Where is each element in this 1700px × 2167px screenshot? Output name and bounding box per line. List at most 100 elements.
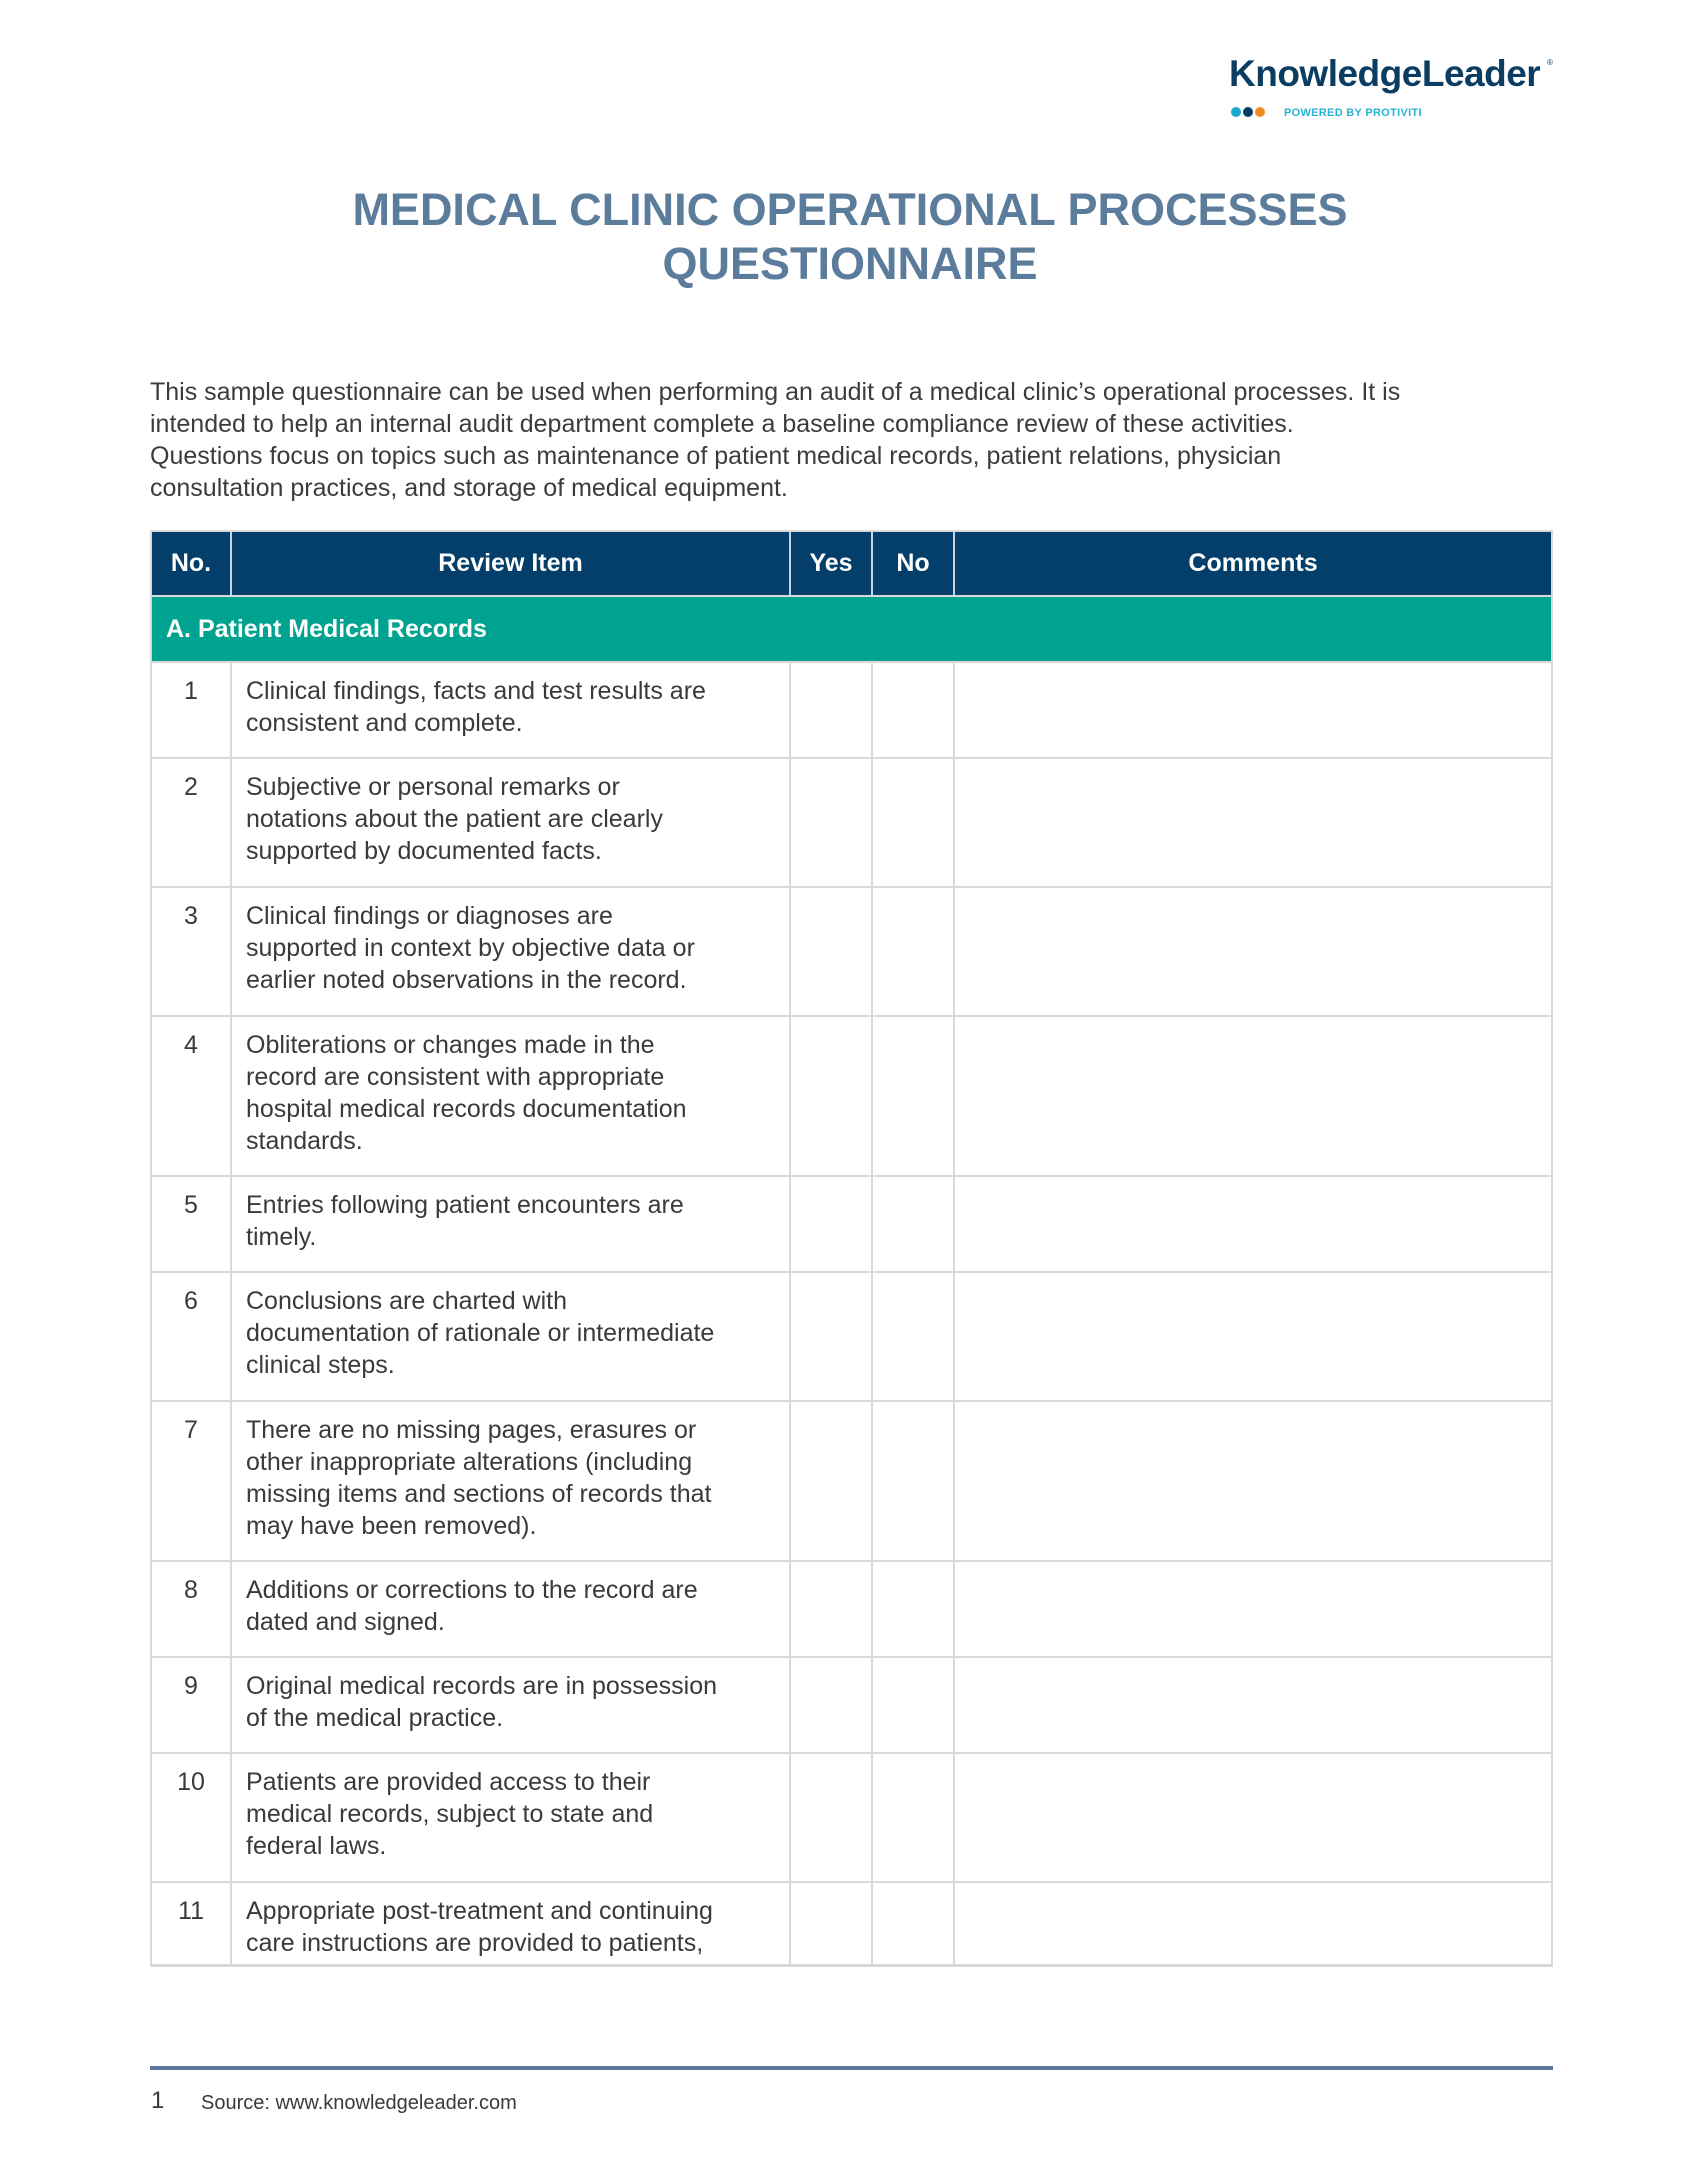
no-answer-cell[interactable] bbox=[873, 759, 955, 886]
no-answer-cell[interactable] bbox=[873, 1273, 955, 1400]
item-number: 10 bbox=[152, 1754, 232, 1881]
comments-cell[interactable] bbox=[955, 1658, 1551, 1752]
review-item-line: federal laws. bbox=[246, 1832, 387, 1860]
table-row: 10 Patients are provided access to their m… bbox=[152, 1754, 1551, 1883]
review-item-line: Patients are provided access to their bbox=[246, 1768, 651, 1796]
no-answer-cell[interactable] bbox=[873, 1883, 955, 1964]
yes-answer-cell[interactable] bbox=[791, 1402, 873, 1560]
review-item-line: hospital medical records documentation bbox=[246, 1095, 687, 1123]
yes-answer-cell[interactable] bbox=[791, 1273, 873, 1400]
review-item-text: Entries following patient encounters are… bbox=[232, 1177, 791, 1271]
footer-divider bbox=[150, 2066, 1553, 2070]
table-row: 11 Appropriate post-treatment and continu… bbox=[152, 1883, 1551, 1964]
intro-line: This sample questionnaire can be used wh… bbox=[150, 378, 1401, 406]
review-item-text: Clinical findings or diagnoses are suppor… bbox=[232, 888, 791, 1015]
item-number: 5 bbox=[152, 1177, 232, 1271]
questionnaire-table: No. Review Item Yes No Comments A. Patie… bbox=[150, 530, 1553, 1967]
yes-answer-cell[interactable] bbox=[791, 1883, 873, 1964]
review-item-line: notations about the patient are clearly bbox=[246, 805, 663, 833]
review-item-line: clinical steps. bbox=[246, 1351, 395, 1379]
comments-cell[interactable] bbox=[955, 1017, 1551, 1175]
item-number: 3 bbox=[152, 888, 232, 1015]
review-item-line: may have been removed). bbox=[246, 1512, 537, 1540]
yes-answer-cell[interactable] bbox=[791, 1562, 873, 1656]
comments-cell[interactable] bbox=[955, 1754, 1551, 1881]
intro-paragraph: This sample questionnaire can be used wh… bbox=[150, 376, 1570, 504]
item-number: 11 bbox=[152, 1883, 232, 1964]
no-answer-cell[interactable] bbox=[873, 1754, 955, 1881]
intro-line: consultation practices, and storage of m… bbox=[150, 474, 788, 502]
no-answer-cell[interactable] bbox=[873, 1402, 955, 1560]
review-item-text: Additions or corrections to the record a… bbox=[232, 1562, 791, 1656]
header-yes: Yes bbox=[791, 532, 873, 595]
header-review-item: Review Item bbox=[232, 532, 791, 595]
table-row: 9 Original medical records are in possess… bbox=[152, 1658, 1551, 1754]
review-item-line: Subjective or personal remarks or bbox=[246, 773, 620, 801]
review-item-line: Additions or corrections to the record a… bbox=[246, 1576, 698, 1604]
review-item-line: record are consistent with appropriate bbox=[246, 1063, 665, 1091]
page-title-line-2: QUESTIONNAIRE bbox=[662, 238, 1038, 289]
table-row: 2 Subjective or personal remarks or notati… bbox=[152, 759, 1551, 888]
no-answer-cell[interactable] bbox=[873, 1177, 955, 1271]
review-item-text: Subjective or personal remarks or notatio… bbox=[232, 759, 791, 886]
review-item-line: Appropriate post-treatment and continuin… bbox=[246, 1897, 713, 1925]
review-item-line: Original medical records are in possessi… bbox=[246, 1672, 718, 1700]
table-row: 5 Entries following patient encounters ar… bbox=[152, 1177, 1551, 1273]
table-row: 4 Obliterations or changes made in the rec… bbox=[152, 1017, 1551, 1177]
page-title-line-1: MEDICAL CLINIC OPERATIONAL PROCESSES bbox=[352, 184, 1348, 235]
comments-cell[interactable] bbox=[955, 1402, 1551, 1560]
review-item-line: dated and signed. bbox=[246, 1608, 445, 1636]
table-row: 8 Additions or corrections to the record … bbox=[152, 1562, 1551, 1658]
comments-cell[interactable] bbox=[955, 663, 1551, 757]
no-answer-cell[interactable] bbox=[873, 1562, 955, 1656]
logo-dot-orange bbox=[1255, 107, 1265, 117]
header-no: No. bbox=[152, 532, 232, 595]
comments-cell[interactable] bbox=[955, 1562, 1551, 1656]
review-item-line: earlier noted observations in the record… bbox=[246, 966, 687, 994]
comments-cell[interactable] bbox=[955, 1883, 1551, 1964]
page-title: MEDICAL CLINIC OPERATIONAL PROCESSES QUE… bbox=[0, 183, 1700, 291]
logo-dot-navy bbox=[1243, 107, 1253, 117]
review-item-line: other inappropriate alterations (includi… bbox=[246, 1448, 693, 1476]
review-item-line: documentation of rationale or intermedia… bbox=[246, 1319, 715, 1347]
footer-source: Source: www.knowledgeleader.com bbox=[201, 2092, 517, 2114]
no-answer-cell[interactable] bbox=[873, 663, 955, 757]
review-item-line: Conclusions are charted with bbox=[246, 1287, 567, 1315]
yes-answer-cell[interactable] bbox=[791, 663, 873, 757]
comments-cell[interactable] bbox=[955, 1177, 1551, 1271]
review-item-text: Conclusions are charted with documentatio… bbox=[232, 1273, 791, 1400]
review-item-text: There are no missing pages, erasures or o… bbox=[232, 1402, 791, 1560]
no-answer-cell[interactable] bbox=[873, 1017, 955, 1175]
item-number: 6 bbox=[152, 1273, 232, 1400]
yes-answer-cell[interactable] bbox=[791, 888, 873, 1015]
review-item-line: consistent and complete. bbox=[246, 709, 523, 737]
logo-dot-cyan bbox=[1231, 107, 1241, 117]
item-number: 1 bbox=[152, 663, 232, 757]
review-item-line: supported by documented facts. bbox=[246, 837, 602, 865]
page-number: 1 bbox=[151, 2087, 165, 2114]
comments-cell[interactable] bbox=[955, 759, 1551, 886]
comments-cell[interactable] bbox=[955, 1273, 1551, 1400]
review-item-line: timely. bbox=[246, 1223, 317, 1251]
review-item-line: care instructions are provided to patien… bbox=[246, 1929, 704, 1957]
no-answer-cell[interactable] bbox=[873, 888, 955, 1015]
review-item-line: supported in context by objective data o… bbox=[246, 934, 695, 962]
item-number: 9 bbox=[152, 1658, 232, 1752]
no-answer-cell[interactable] bbox=[873, 1658, 955, 1752]
yes-answer-cell[interactable] bbox=[791, 1754, 873, 1881]
yes-answer-cell[interactable] bbox=[791, 1017, 873, 1175]
table-row: 1 Clinical findings, facts and test resul… bbox=[152, 663, 1551, 759]
logo-tagline: POWERED BY PROTIVITI bbox=[1284, 107, 1422, 119]
comments-cell[interactable] bbox=[955, 888, 1551, 1015]
registered-mark: ® bbox=[1547, 58, 1553, 67]
header-no-answer: No bbox=[873, 532, 955, 595]
review-item-text: Appropriate post-treatment and continuin… bbox=[232, 1883, 791, 1964]
review-item-text: Patients are provided access to their med… bbox=[232, 1754, 791, 1881]
yes-answer-cell[interactable] bbox=[791, 759, 873, 886]
yes-answer-cell[interactable] bbox=[791, 1658, 873, 1752]
review-item-line: medical records, subject to state and bbox=[246, 1800, 654, 1828]
table-row: 6 Conclusions are charted with documentati… bbox=[152, 1273, 1551, 1402]
table-header-row: No. Review Item Yes No Comments bbox=[152, 532, 1551, 597]
logo-wordmark: KnowledgeLeader bbox=[1229, 53, 1541, 94]
yes-answer-cell[interactable] bbox=[791, 1177, 873, 1271]
